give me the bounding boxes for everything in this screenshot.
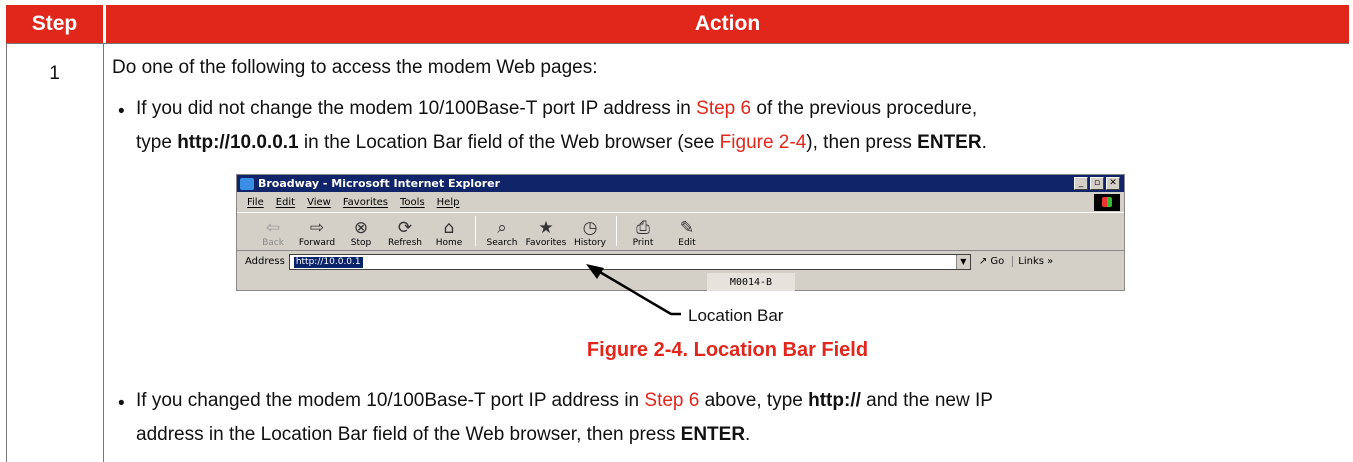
menu-view[interactable]: View (307, 197, 331, 208)
location-bar-field[interactable]: http://10.0.0.1 ▼ (288, 253, 971, 270)
address-value: http://10.0.0.1 (293, 256, 363, 268)
ie-logo-icon (240, 177, 254, 190)
menu-favorites[interactable]: Favorites (343, 197, 388, 208)
search-button[interactable]: ⌕ Search (480, 218, 524, 249)
step6-link[interactable]: Step 6 (696, 98, 751, 119)
toolbar-separator (616, 215, 617, 246)
menu-tools[interactable]: Tools (400, 197, 425, 208)
refresh-icon: ⟳ (397, 218, 413, 238)
history-button[interactable]: ◷ History (568, 218, 612, 249)
step-column-header: Step (6, 5, 103, 43)
intro-text: Do one of the following to access the mo… (112, 57, 598, 78)
edit-button[interactable]: ✎ Edit (665, 218, 709, 249)
toolbar-separator (475, 215, 476, 246)
back-arrow-icon: ⇦ (265, 218, 281, 238)
browser-title-bar: Broadway - Microsoft Internet Explorer (237, 175, 1124, 192)
location-bar-callout: Location Bar (688, 306, 784, 325)
back-button[interactable]: ⇦ Back (251, 218, 295, 249)
maximize-icon[interactable]: ▫ (1090, 177, 1104, 190)
figure-caption: Figure 2-4. Location Bar Field (586, 339, 869, 361)
links-button[interactable]: Links » (1012, 256, 1053, 267)
step6-link[interactable]: Step 6 (644, 390, 699, 411)
minimize-icon[interactable]: _ (1074, 177, 1088, 190)
favorites-button[interactable]: ★ Favorites (524, 218, 568, 249)
print-button[interactable]: ⎙ Print (621, 218, 665, 249)
menu-file[interactable]: File (247, 197, 264, 208)
toolbar: ⇦ Back ⇨ Forward ⊗ Stop ⟳ Refresh ⌂ Home ⌕ Sea… (237, 213, 1124, 251)
close-icon[interactable]: ✕ (1106, 177, 1120, 190)
figure-link[interactable]: Figure 2-4 (720, 132, 807, 153)
bullet1-line2: type http://10.0.0.1 in the Location Bar… (136, 132, 987, 153)
stop-button[interactable]: ⊗ Stop (339, 218, 383, 249)
bullet2-line1: If you changed the modem 10/100Base-T po… (136, 390, 993, 411)
search-icon: ⌕ (497, 218, 507, 238)
forward-arrow-icon: ⇨ (309, 218, 325, 238)
header-rule (6, 43, 1349, 44)
menu-help[interactable]: Help (437, 197, 460, 208)
address-bar: Address http://10.0.0.1 ▼ ↗ Go Links » (237, 251, 1124, 272)
home-button[interactable]: ⌂ Home (427, 218, 471, 249)
print-icon: ⎙ (636, 218, 650, 238)
address-label: Address (245, 256, 285, 267)
menu-edit[interactable]: Edit (276, 197, 295, 208)
menu-bar: File Edit View Favorites Tools Help (237, 192, 1124, 213)
action-column-header: Action (106, 5, 1349, 43)
edit-icon: ✎ (679, 218, 695, 238)
browser-screenshot: Broadway - Microsoft Internet Explorer _… (236, 174, 1125, 291)
refresh-button[interactable]: ⟳ Refresh (383, 218, 427, 249)
stop-icon: ⊗ (353, 218, 369, 238)
figure-code: M0014-B (707, 273, 795, 291)
forward-button[interactable]: ⇨ Forward (295, 218, 339, 249)
browser-title: Broadway - Microsoft Internet Explorer (258, 177, 501, 190)
step-number: 1 (49, 63, 60, 84)
favorites-icon: ★ (538, 218, 554, 238)
chevron-down-icon[interactable]: ▼ (955, 254, 970, 269)
windows-logo-icon (1094, 194, 1120, 211)
bullet-icon: • (118, 393, 125, 414)
bullet2-line2: address in the Location Bar field of the… (136, 424, 751, 445)
bullet-icon: • (118, 101, 125, 122)
column-divider (103, 43, 104, 462)
home-icon: ⌂ (443, 218, 455, 238)
left-border (6, 43, 7, 462)
history-icon: ◷ (582, 218, 598, 238)
go-button[interactable]: ↗ Go (979, 256, 1004, 267)
bullet1-line1: If you did not change the modem 10/100Ba… (136, 98, 978, 119)
